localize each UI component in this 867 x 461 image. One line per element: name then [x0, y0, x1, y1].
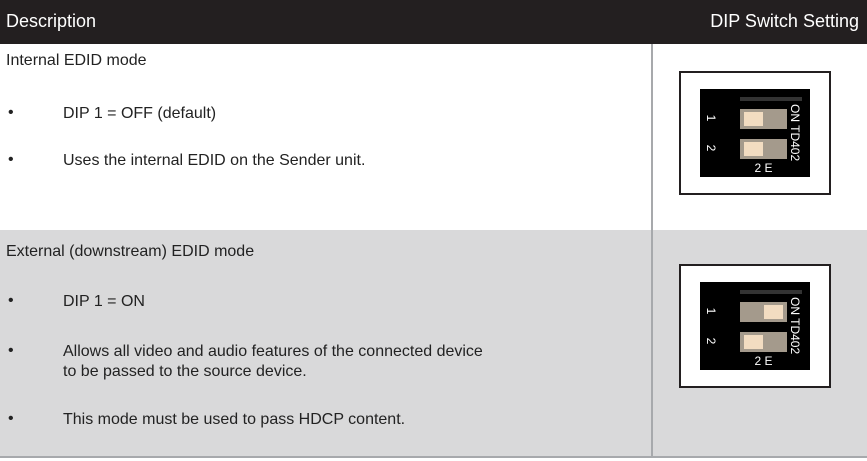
bullet-text: DIP 1 = OFF (default) — [63, 105, 217, 122]
dip-knob-2 — [744, 142, 763, 156]
dip-brand: ON TD402 — [788, 297, 802, 355]
dip-switch-body: 1 2 2 E ON TD402 — [700, 282, 810, 370]
mode-title: External (downstream) EDID mode — [6, 243, 255, 260]
bullet-marker: • — [8, 292, 14, 309]
dip-switch-diagram: 1 2 2 E ON TD402 — [679, 264, 831, 388]
dip-lever-1 — [740, 109, 787, 129]
bullet-marker: • — [8, 151, 14, 168]
bullet-text: DIP 1 = ON — [63, 293, 145, 310]
bullet-marker: • — [8, 410, 14, 427]
bullet-text: This mode must be used to pass HDCP cont… — [63, 411, 406, 428]
dip-label: 2 E — [754, 354, 773, 368]
dip-lever-2 — [740, 332, 787, 352]
dip-brand: ON TD402 — [788, 104, 802, 162]
dip-lever-2 — [740, 139, 787, 159]
bullet-marker: • — [8, 342, 14, 359]
dip-knob-1 — [744, 112, 763, 126]
mode-title: Internal EDID mode — [6, 52, 147, 69]
column-header-description: Description — [6, 11, 97, 31]
dip-switch-diagram: 1 2 2 E ON TD402 — [679, 71, 831, 195]
dip-switch-body: 1 2 2 E ON TD402 — [700, 89, 810, 177]
dip-knob-1 — [764, 305, 783, 319]
table-row-internal: Internal EDID mode • DIP 1 = OFF (defaul… — [0, 44, 867, 230]
column-divider — [651, 44, 653, 456]
column-header-dip-setting: DIP Switch Setting — [710, 11, 859, 31]
dip-number-2: 2 — [704, 144, 718, 152]
bullet-text: Allows all video and audio features of t… — [63, 343, 483, 360]
bullet-text: Uses the internal EDID on the Sender uni… — [63, 152, 366, 169]
table-header: Description DIP Switch Setting — [0, 0, 867, 44]
dip-label: 2 E — [754, 161, 773, 175]
table-bottom-border — [0, 456, 867, 458]
table-row-external: External (downstream) EDID mode • DIP 1 … — [0, 230, 867, 456]
dip-number-2: 2 — [704, 337, 718, 345]
dip-number-1: 1 — [704, 114, 718, 122]
bullet-text-continued: to be passed to the source device. — [63, 363, 307, 380]
dip-lever-1 — [740, 302, 787, 322]
dip-number-1: 1 — [704, 307, 718, 315]
dip-knob-2 — [744, 335, 763, 349]
bullet-marker: • — [8, 104, 14, 121]
